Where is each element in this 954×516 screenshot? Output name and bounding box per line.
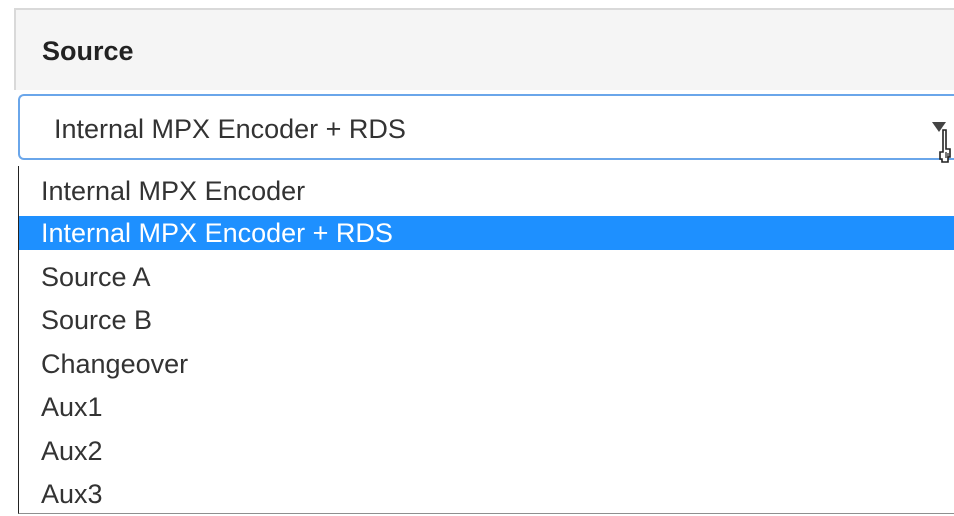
hand-pointer-icon: [939, 129, 951, 163]
option-source-b[interactable]: Source B: [19, 303, 954, 337]
option-label: Source A: [41, 262, 151, 292]
option-internal-mpx-encoder[interactable]: Internal MPX Encoder: [19, 174, 954, 208]
option-label: Internal MPX Encoder + RDS: [41, 218, 393, 248]
source-panel: Source Internal MPX Encoder + RDS Intern…: [14, 8, 954, 516]
option-label: Changeover: [41, 349, 189, 379]
option-changeover[interactable]: Changeover: [19, 347, 954, 381]
option-label: Aux2: [41, 436, 103, 466]
option-internal-mpx-encoder-rds[interactable]: Internal MPX Encoder + RDS: [19, 216, 954, 250]
option-source-a[interactable]: Source A: [19, 260, 954, 294]
option-label: Aux1: [41, 392, 103, 422]
option-label: Source B: [41, 305, 153, 335]
source-panel-header: Source: [14, 8, 954, 90]
option-label: Internal MPX Encoder: [41, 176, 306, 206]
source-dropdown-list[interactable]: Internal MPX Encoder Internal MPX Encode…: [18, 166, 954, 514]
option-aux2[interactable]: Aux2: [19, 434, 954, 468]
option-label: Aux3: [41, 479, 103, 509]
option-aux3[interactable]: Aux3: [19, 477, 954, 511]
source-select[interactable]: Internal MPX Encoder + RDS: [18, 94, 954, 160]
source-panel-title: Source: [42, 36, 134, 66]
option-aux1[interactable]: Aux1: [19, 390, 954, 424]
selected-source-value: Internal MPX Encoder + RDS: [54, 114, 406, 144]
